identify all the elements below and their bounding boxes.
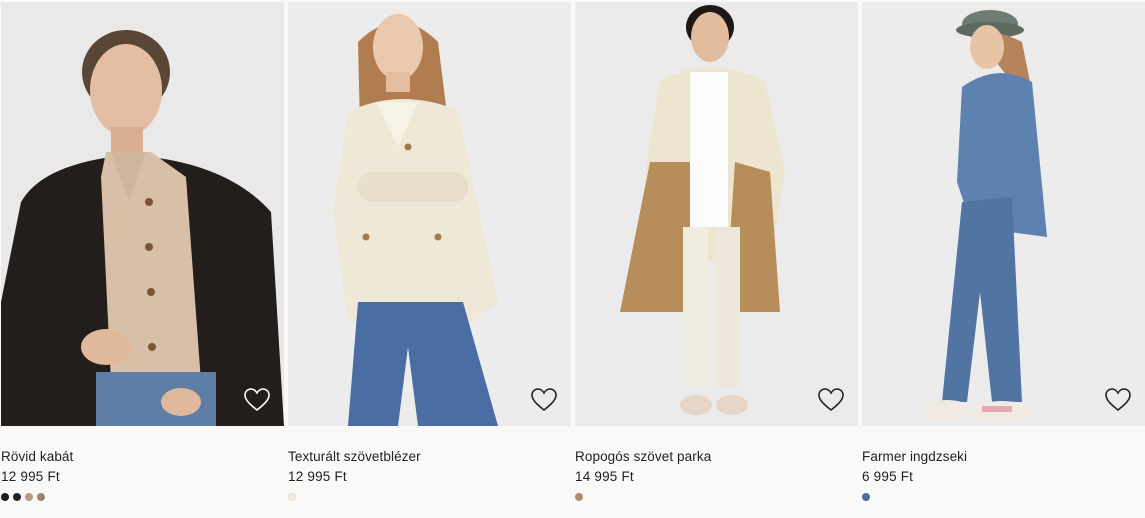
model-photo-short-jacket <box>1 2 284 426</box>
heart-outline-icon[interactable] <box>244 388 270 412</box>
heart-outline-icon[interactable] <box>818 388 844 412</box>
heart-outline-icon[interactable] <box>1105 388 1131 412</box>
product-image[interactable] <box>575 2 858 426</box>
product-card[interactable]: Texturált szövetblézer 12 995 Ft <box>288 0 571 518</box>
color-swatch[interactable] <box>1 493 9 501</box>
product-price: 12 995 Ft <box>288 469 347 484</box>
product-image[interactable] <box>862 2 1145 426</box>
color-swatches <box>288 493 296 501</box>
color-swatch[interactable] <box>13 493 21 501</box>
color-swatches <box>1 493 45 501</box>
product-card[interactable]: Farmer ingdzseki 6 995 Ft <box>862 0 1145 518</box>
heart-outline-icon[interactable] <box>531 388 557 412</box>
model-photo-textured-blazer <box>288 2 571 426</box>
color-swatch[interactable] <box>575 493 583 501</box>
model-photo-denim-shirt-jacket <box>862 2 1145 426</box>
color-swatches <box>575 493 583 501</box>
product-price: 14 995 Ft <box>575 469 634 484</box>
product-image[interactable] <box>288 2 571 426</box>
color-swatch[interactable] <box>37 493 45 501</box>
product-image[interactable] <box>1 2 284 426</box>
product-name[interactable]: Farmer ingdzseki <box>862 449 967 464</box>
product-name[interactable]: Texturált szövetblézer <box>288 449 421 464</box>
product-card[interactable]: Rövid kabát 12 995 Ft <box>1 0 284 518</box>
product-price: 6 995 Ft <box>862 469 914 484</box>
product-grid: Rövid kabát 12 995 Ft Texturált szövetbl… <box>0 0 1145 518</box>
model-photo-parka <box>575 2 858 426</box>
color-swatch[interactable] <box>288 493 296 501</box>
color-swatches <box>862 493 870 501</box>
product-name[interactable]: Ropogós szövet parka <box>575 449 711 464</box>
color-swatch[interactable] <box>862 493 870 501</box>
product-card[interactable]: Ropogós szövet parka 14 995 Ft <box>575 0 858 518</box>
product-price: 12 995 Ft <box>1 469 60 484</box>
color-swatch[interactable] <box>25 493 33 501</box>
product-name[interactable]: Rövid kabát <box>1 449 73 464</box>
